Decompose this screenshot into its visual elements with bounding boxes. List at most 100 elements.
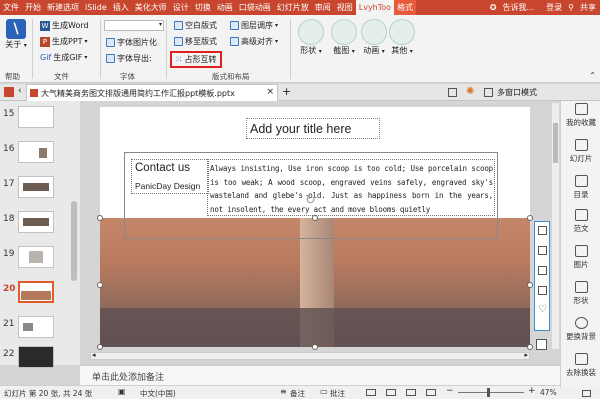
document-tab[interactable]: 大气精美商务图文排版通用简约工作汇报ppt模板.pptx × [26,84,278,101]
resize-handle[interactable] [97,215,103,221]
slide-thumbnail[interactable] [18,176,54,198]
remove-restyle-button[interactable]: 去除换装 [561,353,600,378]
slide-thumbnail[interactable] [18,211,54,233]
close-tab-icon[interactable]: × [266,87,274,97]
crop-icon[interactable] [538,286,547,295]
tab-file[interactable]: 文件 [0,0,22,15]
collapse-ribbon-icon[interactable]: ⌃ [589,71,596,80]
change-background-button[interactable]: 更换背景 [561,317,600,342]
comments-toggle[interactable]: 批注 [330,388,345,399]
pictures-button[interactable]: 图片 [561,245,600,270]
blank-layout-button[interactable]: 空白版式 [174,20,217,31]
advanced-align-label: 高级对齐 [241,37,273,46]
sorter-view-icon[interactable] [386,389,396,396]
zoom-out-button[interactable]: − [446,386,454,396]
fill-icon[interactable] [538,246,547,255]
templates-button[interactable]: 范文 [561,209,600,234]
slide-thumbnail-selected[interactable] [18,281,54,303]
fit-window-icon[interactable] [582,390,591,397]
tab-animation[interactable]: 动画 [214,0,236,15]
about-label: 关于 [5,40,22,49]
generate-gif-button[interactable]: Gif 生成GIF ▾ [40,52,87,63]
horizontal-scrollbar[interactable]: ◂ ▸ [90,351,530,360]
panel-icon[interactable] [448,88,457,97]
about-button[interactable]: \ 关于 ▾ [4,19,28,50]
notes-pane[interactable]: 单击此处添加备注 [80,365,560,385]
font-dropdown[interactable]: ▾ [104,20,164,31]
tab-insert[interactable]: 插入 [110,0,132,15]
move-to-layout-button[interactable]: 移至版式 [174,36,217,47]
reading-view-icon[interactable] [406,389,416,396]
tab-new-options[interactable]: 新建选项 [44,0,82,15]
resize-handle[interactable] [97,344,103,350]
scroll-thumb[interactable] [553,123,558,163]
title-placeholder[interactable]: Add your title here [246,118,380,139]
tab-format[interactable]: 格式 [394,0,417,15]
slide-thumbnail[interactable] [18,246,54,268]
body-textbox[interactable]: Always insisting, Use iron scoop is too … [207,159,495,216]
slide-thumbnail[interactable] [18,141,54,163]
zoom-slider[interactable] [458,388,524,397]
font-to-image-button[interactable]: 字体图片化 [106,37,157,48]
slide-thumbnail[interactable] [18,316,54,338]
tab-pocket-animation[interactable]: 口袋动画 [236,0,274,15]
generate-ppt-button[interactable]: P 生成PPT ▾ [40,36,88,47]
slideshow-view-icon[interactable] [426,389,436,396]
tell-me-search[interactable]: 告诉我... [503,2,535,13]
resize-handle[interactable] [527,215,533,221]
shape-button[interactable]: 形状 ▾ [295,19,327,56]
lvyhtoo-logo-icon: \ [6,19,26,39]
zoom-in-button[interactable]: + [528,386,536,396]
multi-window-mode-button[interactable]: 多窗口模式 [497,87,537,98]
slide-number: 21 [3,319,15,329]
expand-icon[interactable] [536,339,547,350]
scroll-left-icon[interactable]: ◂ [92,351,96,359]
shapes-button[interactable]: 形状 [561,281,600,306]
scroll-right-icon[interactable]: ▸ [524,351,528,359]
slide-thumbnail[interactable] [18,106,54,128]
layer-order-button[interactable]: 图层调序 ▾ [230,20,278,31]
zoom-level[interactable]: 47% [540,388,557,397]
tab-home[interactable]: 开始 [22,0,44,15]
new-tab-button[interactable]: + [282,85,291,98]
vertical-scrollbar[interactable] [552,103,559,349]
settings-gear-icon[interactable]: ✺ [466,86,474,97]
placeholder-shape-convert-button[interactable]: ⁙ 占形互转 [170,51,222,68]
tab-islide[interactable]: iSlide [82,0,110,15]
zoom-slider-thumb[interactable] [487,388,490,397]
generate-word-button[interactable]: W 生成Word [40,20,89,31]
other-button[interactable]: 其他 ▾ [386,19,418,56]
thumbnail-scrollbar[interactable] [71,201,77,281]
slides-button[interactable]: 幻灯片 [561,139,600,164]
shape-style-icon[interactable] [538,226,547,235]
contact-textbox[interactable]: Contact us PanicDay Design [131,159,209,194]
resize-handle[interactable] [527,344,533,350]
login-button[interactable]: 登录 [546,2,562,13]
resize-handle[interactable] [527,282,533,288]
screenshot-button[interactable]: 截图 ▾ [328,19,360,56]
tab-transition[interactable]: 切换 [192,0,214,15]
tab-design[interactable]: 设计 [170,0,192,15]
tab-review[interactable]: 审阅 [312,0,334,15]
share-button[interactable]: 共享 [580,2,596,13]
font-export-button[interactable]: 字体导出: [106,53,152,64]
resize-handle[interactable] [312,344,318,350]
nav-back-icon[interactable]: ‹ [18,86,22,96]
rotate-handle-icon[interactable]: ↻ [305,193,316,208]
slide-thumbnail[interactable] [18,346,54,368]
advanced-align-button[interactable]: 高级对齐 ▾ [230,36,278,47]
language-label[interactable]: 中文(中国) [140,388,176,399]
normal-view-icon[interactable] [366,389,376,396]
toc-button[interactable]: 目录 [561,175,600,200]
tab-lvyhtoo[interactable]: LvyhToo [355,0,395,15]
tab-slideshow[interactable]: 幻灯片放 [274,0,312,15]
resize-handle[interactable] [312,215,318,221]
tab-beautify[interactable]: 美化大师 [132,0,170,15]
spellcheck-icon[interactable]: ▣ [118,387,126,396]
image-icon[interactable] [538,266,547,275]
resize-handle[interactable] [97,282,103,288]
tab-view[interactable]: 视图 [334,0,356,15]
favorites-button[interactable]: 我的收藏 [561,103,600,128]
notes-toggle[interactable]: 备注 [290,388,305,399]
heart-icon[interactable]: ♡ [538,304,547,315]
